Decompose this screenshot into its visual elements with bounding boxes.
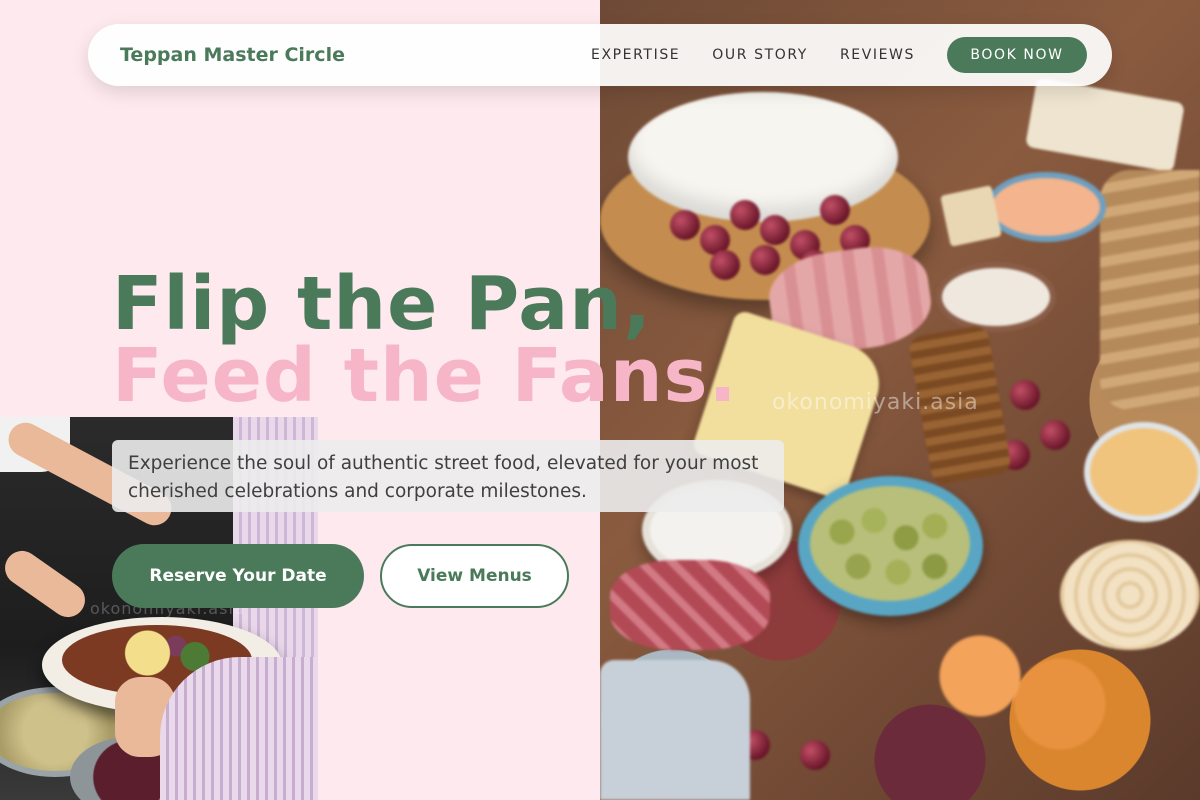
grape xyxy=(1040,420,1070,450)
grape xyxy=(760,215,790,245)
book-now-button[interactable]: BOOK NOW xyxy=(947,37,1087,73)
salami xyxy=(610,560,770,650)
nav-link-reviews[interactable]: REVIEWS xyxy=(840,47,915,63)
headline-line-2: Feed the Fans. xyxy=(112,333,738,419)
nav-link-our-story[interactable]: OUR STORY xyxy=(712,47,808,63)
hand xyxy=(0,544,92,624)
blue-cheese xyxy=(600,660,750,800)
grape xyxy=(800,740,830,770)
brie-wheel xyxy=(628,92,898,222)
reserve-date-button[interactable]: Reserve Your Date xyxy=(112,544,364,608)
view-menus-button[interactable]: View Menus xyxy=(380,544,569,608)
melon-pieces xyxy=(920,620,1120,760)
dip-bowl xyxy=(936,262,1056,332)
round-crackers xyxy=(1060,540,1200,650)
watermark: okonomiyaki.asia xyxy=(772,390,979,415)
grape xyxy=(750,245,780,275)
striped-sleeve xyxy=(160,657,318,800)
hero-headline: Flip the Pan, Feed the Fans. xyxy=(112,261,738,419)
nav-link-expertise[interactable]: EXPERTISE xyxy=(591,47,680,63)
grape xyxy=(730,200,760,230)
dip-bowl xyxy=(986,172,1106,242)
bread-slices xyxy=(1100,170,1200,410)
olive-bowl xyxy=(798,476,983,616)
label-sign xyxy=(940,185,1002,247)
yogurt-cup xyxy=(1084,422,1200,522)
navbar: Teppan Master Circle EXPERTISE OUR STORY… xyxy=(88,24,1112,86)
grape xyxy=(820,195,850,225)
brand-logo[interactable]: Teppan Master Circle xyxy=(120,44,345,66)
cheddar-block xyxy=(1025,77,1185,173)
grape xyxy=(1010,380,1040,410)
grape xyxy=(670,210,700,240)
hero-subtext: Experience the soul of authentic street … xyxy=(112,440,784,512)
headline-line-1: Flip the Pan, xyxy=(112,261,652,347)
